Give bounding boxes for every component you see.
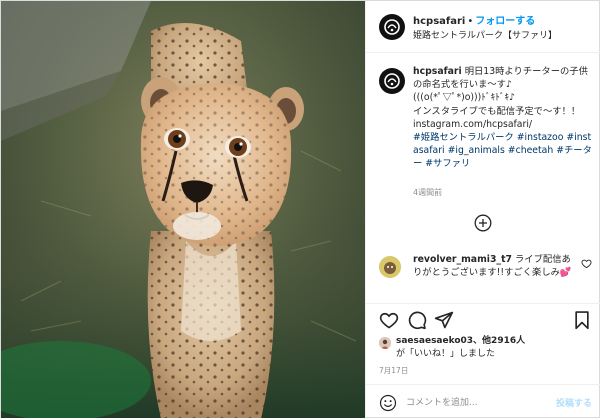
header-user-line: hcpsafari • フォローする	[413, 12, 535, 27]
safari-park-logo-icon[interactable]	[379, 14, 405, 40]
share-paper-plane-icon[interactable]	[434, 310, 454, 330]
commenter-avatar[interactable]	[379, 256, 401, 278]
comment-text: revolver_mami3_t7 ライブ配信ありがとうございます!!すごく楽しみ…	[413, 253, 573, 279]
post-header: hcpsafari • フォローする 姫路セントラルパーク【サファリ】	[366, 1, 600, 53]
caption-url: instagram.com/hcpsafari/	[413, 118, 533, 130]
post-side-panel: hcpsafari • フォローする 姫路セントラルパーク【サファリ】 hcpsaf…	[365, 1, 600, 418]
likes-count[interactable]: saesaesaeko03、他2916人	[396, 336, 525, 346]
likes-suffix: が「いいね！」しました	[396, 349, 496, 359]
comment-username[interactable]: revolver_mami3_t7	[413, 254, 512, 265]
cheetah-cub-photo	[1, 1, 365, 418]
safari-park-logo-icon[interactable]	[379, 68, 405, 94]
add-comment-bar: 投稿する	[366, 384, 600, 418]
instagram-post: hcpsafari • フォローする 姫路セントラルパーク【サファリ】 hcpsaf…	[0, 0, 600, 418]
header-separator: •	[467, 16, 474, 27]
header-username[interactable]: hcpsafari	[413, 16, 465, 27]
caption-line: (((o(*ﾟ▽ﾟ*)o)))ﾄﾞｷﾄﾞｷ♪	[413, 92, 516, 104]
comment-input[interactable]	[406, 393, 551, 413]
divider	[366, 303, 600, 304]
comment-emoji: 💕	[559, 267, 572, 279]
caption-hashtags[interactable]: #姫路セントラルパーク #instazoo #instasafari #ig_a…	[413, 132, 592, 169]
comment-bubble-icon[interactable]	[407, 310, 427, 330]
caption-text: hcpsafari 明日13時よりチーターの子供の命名式を行いま〜す♪ (((o(…	[413, 65, 595, 171]
bookmark-icon[interactable]	[572, 310, 592, 330]
post-date[interactable]: 7月17日	[379, 365, 408, 376]
caption-username[interactable]: hcpsafari	[413, 66, 462, 77]
smiley-face-icon[interactable]	[379, 394, 397, 412]
liker-avatar[interactable]	[379, 337, 391, 349]
heart-outline-icon[interactable]	[379, 310, 399, 330]
post-photo[interactable]	[1, 1, 365, 418]
plus-circle-icon[interactable]	[474, 214, 492, 232]
heart-outline-icon[interactable]	[581, 258, 592, 269]
likes-text[interactable]: saesaesaeko03、他2916人 が「いいね！」しました	[396, 335, 525, 361]
follow-button[interactable]: フォローする	[475, 16, 535, 27]
caption-timestamp[interactable]: 4週間前	[413, 187, 442, 198]
post-comment-button[interactable]: 投稿する	[556, 396, 592, 409]
location-link[interactable]: 姫路セントラルパーク【サファリ】	[413, 28, 557, 41]
caption-line: インスタライブでも配信予定で〜す！！	[413, 105, 581, 117]
